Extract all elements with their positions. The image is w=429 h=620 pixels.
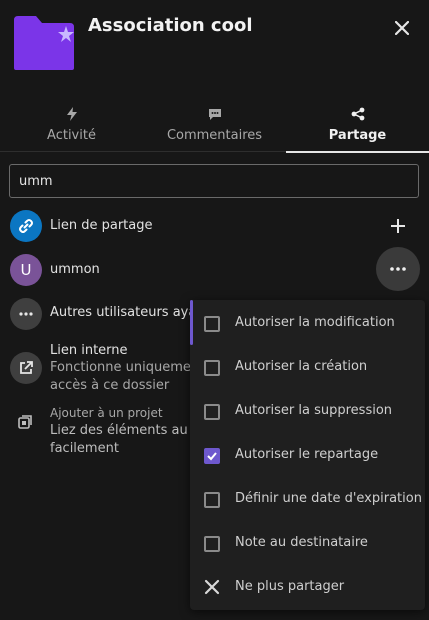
comment-icon	[208, 108, 221, 120]
folder-title: Association cool	[88, 15, 253, 36]
share-options-button[interactable]	[376, 247, 420, 291]
allow-reshare-label: Autoriser le repartage	[235, 447, 379, 462]
internal-link-title: Lien interne	[50, 343, 128, 358]
add-project-description-2: facilement	[50, 441, 119, 456]
close-button[interactable]	[388, 14, 416, 42]
close-icon	[204, 579, 220, 595]
allow-delete-checkbox[interactable]	[204, 404, 220, 420]
tab-comments[interactable]: Commentaires	[143, 100, 286, 152]
internal-link-description-2: accès à ce dossier	[50, 378, 170, 393]
allow-create-label: Autoriser la création	[235, 359, 368, 374]
tab-sharing-label: Partage	[328, 128, 387, 143]
unshare-label: Ne plus partager	[235, 579, 345, 594]
allow-edit-label: Autoriser la modification	[235, 315, 395, 330]
note-recipient-label: Note au destinataire	[235, 535, 368, 550]
internal-link-avatar	[10, 352, 42, 384]
more-icon	[19, 312, 33, 316]
other-users-label: Autres utilisateurs ayant accès	[50, 305, 192, 320]
add-share-link-button[interactable]	[384, 212, 412, 240]
share-icon	[351, 107, 364, 121]
share-options-menu: Autoriser la modification Autoriser la c…	[190, 300, 425, 610]
check-icon	[207, 452, 217, 461]
external-link-icon	[20, 361, 33, 374]
note-recipient-checkbox[interactable]	[204, 536, 220, 552]
allow-delete-label: Autoriser la suppression	[235, 403, 393, 418]
sidebar-header: Association cool	[0, 0, 429, 95]
set-expiration-label: Définir une date d'expiration	[235, 491, 422, 506]
note-recipient-option[interactable]: Note au destinataire	[190, 521, 425, 565]
tab-sharing[interactable]: Partage	[286, 100, 429, 153]
add-project-description: Liez des éléments au projet pour les ret…	[50, 423, 192, 438]
avatar-initial: U	[20, 261, 32, 279]
allow-create-checkbox[interactable]	[204, 360, 220, 376]
sidebar-tabs: Activité Commentaires Partage	[0, 100, 429, 153]
share-link-row: Lien de partage	[0, 208, 429, 244]
more-icon	[390, 267, 406, 271]
set-expiration-checkbox[interactable]	[204, 492, 220, 508]
internal-link-description: Fonctionne uniquement pour les utilisate…	[50, 360, 192, 375]
share-search-input[interactable]	[9, 164, 419, 198]
activity-icon	[66, 107, 77, 121]
allow-reshare-checkbox[interactable]	[204, 448, 220, 464]
tab-activity[interactable]: Activité	[0, 100, 143, 152]
set-expiration-option[interactable]: Définir une date d'expiration	[190, 477, 425, 521]
allow-create-option[interactable]: Autoriser la création	[190, 345, 425, 389]
link-avatar	[10, 210, 42, 242]
close-icon	[395, 21, 409, 35]
link-icon	[19, 219, 33, 233]
other-users-avatar	[10, 298, 42, 330]
allow-reshare-option[interactable]: Autoriser le repartage	[190, 433, 425, 477]
avatar: U	[10, 254, 42, 286]
share-user-name: ummon	[50, 262, 100, 277]
allow-edit-option[interactable]: Autoriser la modification	[190, 301, 425, 345]
tab-comments-label: Commentaires	[166, 128, 263, 143]
project-icon	[18, 414, 32, 433]
allow-edit-checkbox[interactable]	[204, 316, 220, 332]
unshare-option[interactable]: Ne plus partager	[190, 565, 425, 609]
allow-delete-option[interactable]: Autoriser la suppression	[190, 389, 425, 433]
share-link-label: Lien de partage	[50, 218, 153, 233]
plus-icon	[391, 219, 405, 233]
add-project-title: Ajouter à un projet	[50, 406, 163, 420]
folder-icon	[14, 16, 74, 70]
tab-activity-label: Activité	[47, 128, 96, 143]
share-user-row: U ummon	[0, 252, 429, 288]
